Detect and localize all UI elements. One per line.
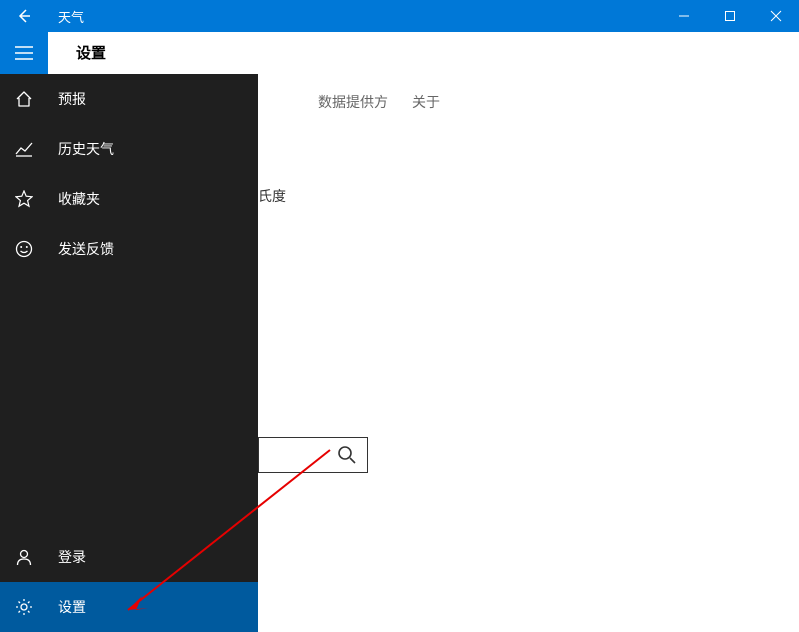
- nav-item-label: 收藏夹: [58, 189, 100, 209]
- home-icon: [14, 89, 34, 109]
- minimize-button[interactable]: [661, 0, 707, 32]
- titlebar: 天气: [0, 0, 799, 32]
- window-controls: [661, 0, 799, 32]
- nav-item-signin[interactable]: 登录: [0, 532, 258, 582]
- nav-item-label: 发送反馈: [58, 239, 114, 259]
- nav-item-label: 登录: [58, 547, 86, 567]
- chart-icon: [14, 139, 34, 159]
- nav-item-historical[interactable]: 历史天气: [0, 124, 258, 174]
- nav-item-label: 预报: [58, 89, 86, 109]
- smiley-icon: [14, 239, 34, 259]
- subheader: 设置: [0, 32, 799, 74]
- maximize-button[interactable]: [707, 0, 753, 32]
- back-button[interactable]: [0, 0, 48, 32]
- nav-item-settings[interactable]: 设置: [0, 582, 258, 632]
- partial-text: 氏度: [258, 186, 286, 206]
- nav-item-feedback[interactable]: 发送反馈: [0, 224, 258, 274]
- search-icon: [337, 445, 357, 465]
- tab-data-provider[interactable]: 数据提供方: [318, 92, 388, 112]
- close-button[interactable]: [753, 0, 799, 32]
- hamburger-button[interactable]: [0, 32, 48, 74]
- tab-about[interactable]: 关于: [412, 92, 440, 112]
- nav-bottom-group: 登录 设置: [0, 532, 258, 632]
- nav-item-label: 历史天气: [58, 139, 114, 159]
- person-icon: [14, 547, 34, 567]
- window-title: 天气: [48, 7, 661, 26]
- search-input[interactable]: [258, 437, 368, 473]
- nav-pane: 预报 历史天气 收藏夹 发送反馈 登录: [0, 74, 258, 632]
- maximize-icon: [724, 10, 736, 22]
- arrow-left-icon: [16, 8, 32, 24]
- star-icon: [14, 189, 34, 209]
- nav-top-group: 预报 历史天气 收藏夹 发送反馈: [0, 74, 258, 532]
- nav-item-favorites[interactable]: 收藏夹: [0, 174, 258, 224]
- hamburger-icon: [15, 46, 33, 60]
- close-icon: [770, 10, 782, 22]
- nav-item-label: 设置: [58, 597, 86, 617]
- gear-icon: [14, 597, 34, 617]
- page-title: 设置: [48, 42, 106, 63]
- minimize-icon: [678, 10, 690, 22]
- nav-item-forecast[interactable]: 预报: [0, 74, 258, 124]
